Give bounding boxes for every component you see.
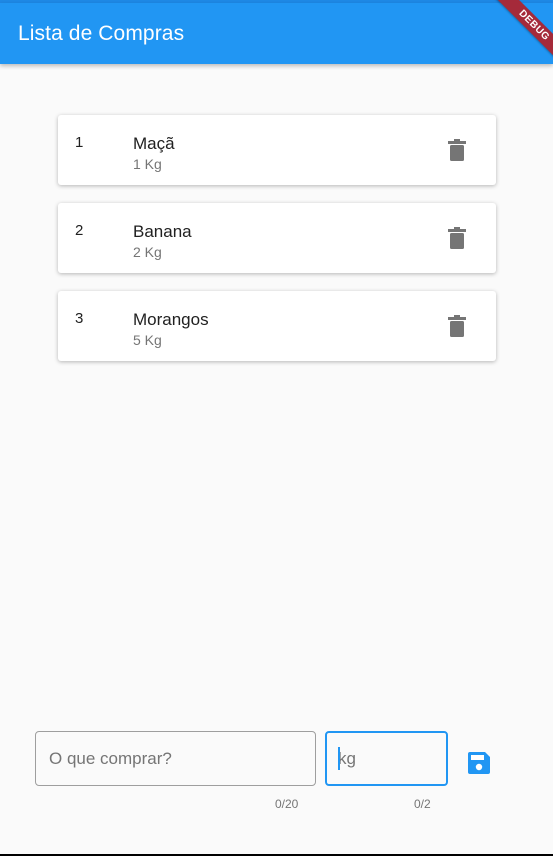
delete-icon[interactable]: [448, 139, 466, 161]
page-title: Lista de Compras: [18, 21, 185, 45]
item-quantity: 1 Kg: [133, 156, 162, 172]
item-name-input[interactable]: [35, 731, 316, 786]
shopping-list: 1 Maçã 1 Kg 2 Banana 2 Kg 3 Morangos 5 K…: [58, 115, 496, 379]
item-quantity: 5 Kg: [133, 332, 162, 348]
list-item: 1 Maçã 1 Kg: [58, 115, 496, 185]
item-name: Morangos: [133, 310, 209, 329]
item-name: Banana: [133, 222, 192, 241]
list-item: 2 Banana 2 Kg: [58, 203, 496, 273]
item-index: 1: [75, 134, 84, 151]
text-cursor: [338, 747, 340, 770]
item-quantity: 2 Kg: [133, 244, 162, 260]
item-index: 3: [75, 310, 84, 327]
save-icon: [468, 752, 490, 774]
item-index: 2: [75, 222, 84, 239]
kg-char-counter: 0/2: [414, 797, 431, 811]
item-name: Maçã: [133, 134, 175, 153]
delete-icon[interactable]: [448, 227, 466, 249]
list-item: 3 Morangos 5 Kg: [58, 291, 496, 361]
add-item-form: 0/20 0/2: [0, 730, 553, 820]
app-screen: Lista de Compras DEBUG 1 Maçã 1 Kg 2 Ban…: [0, 0, 553, 854]
item-char-counter: 0/20: [275, 797, 299, 811]
save-button[interactable]: [464, 748, 494, 778]
app-bar: Lista de Compras: [0, 3, 553, 64]
kg-input[interactable]: [325, 731, 448, 786]
delete-icon[interactable]: [448, 315, 466, 337]
